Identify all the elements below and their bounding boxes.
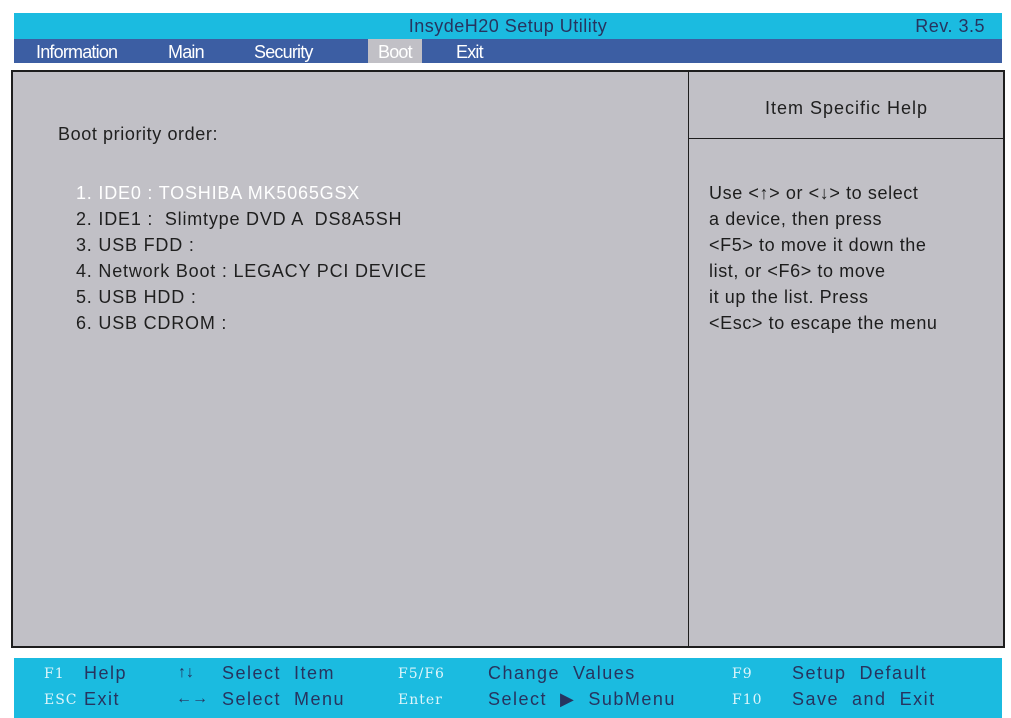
tab-main[interactable]: Main xyxy=(162,39,210,63)
boot-priority-heading: Boot priority order: xyxy=(58,124,219,144)
main-panel: Boot priority order: 1. IDE0 : TOSHIBA M… xyxy=(11,70,1005,648)
tab-exit[interactable]: Exit xyxy=(450,39,489,63)
key-f10: F10 xyxy=(732,692,763,708)
up-down-arrows-icon: ↑↓ xyxy=(178,664,194,681)
help-line: it up the list. Press xyxy=(709,287,869,307)
revision-label: Rev. 3.5 xyxy=(915,16,985,36)
key-enter: Enter xyxy=(398,692,443,708)
key-f9: F9 xyxy=(732,666,753,682)
boot-item[interactable]: 4. Network Boot : LEGACY PCI DEVICE xyxy=(76,258,427,284)
help-column: Item Specific Help Use <↑> or <↓> to sel… xyxy=(688,72,1004,646)
exit-desc: Exit xyxy=(84,689,121,709)
key-f1-desc: Help xyxy=(84,663,128,683)
help-text: Use <↑> or <↓> to select a device, then … xyxy=(709,180,999,336)
menu-bar: Information Main Security Boot Exit xyxy=(14,39,1002,63)
boot-item[interactable]: 2. IDE1 : Slimtype DVD A DS8A5SH xyxy=(76,206,427,232)
save-exit-desc: Save and Exit xyxy=(792,689,936,709)
boot-item[interactable]: 6. USB CDROM : xyxy=(76,310,427,336)
boot-item-selected[interactable]: 1. IDE0 : TOSHIBA MK5065GSX xyxy=(76,180,427,206)
help-line: <Esc> to escape the menu xyxy=(709,313,938,333)
select-menu-desc: Select Menu xyxy=(222,689,346,709)
app-title: InsydeH20 Setup Utility xyxy=(408,16,608,36)
setup-default-desc: Setup Default xyxy=(792,663,928,683)
title-bar: InsydeH20 Setup Utility Rev. 3.5 xyxy=(14,13,1002,39)
key-esc: ESC xyxy=(44,692,78,708)
select-submenu-desc: Select ▶ SubMenu xyxy=(488,689,676,709)
key-legend-bar: F1 Help ↑↓ Select Item F5/F6 Change Valu… xyxy=(14,658,1002,718)
tab-security[interactable]: Security xyxy=(248,39,319,63)
help-line: Use <↑> or <↓> to select xyxy=(709,183,919,203)
key-f1: F1 xyxy=(44,666,65,682)
help-title: Item Specific Help xyxy=(689,72,1004,139)
tab-boot[interactable]: Boot xyxy=(368,39,422,63)
select-item-desc: Select Item xyxy=(222,663,336,683)
help-line: <F5> to move it down the xyxy=(709,235,927,255)
boot-item[interactable]: 5. USB HDD : xyxy=(76,284,427,310)
key-f5-f6: F5/F6 xyxy=(398,666,445,682)
boot-item[interactable]: 3. USB FDD : xyxy=(76,232,427,258)
left-right-arrows-icon: ←→ xyxy=(176,690,208,707)
boot-priority-list: 1. IDE0 : TOSHIBA MK5065GSX 2. IDE1 : Sl… xyxy=(76,180,427,336)
help-line: a device, then press xyxy=(709,209,883,229)
change-values-desc: Change Values xyxy=(488,663,636,683)
help-line: list, or <F6> to move xyxy=(709,261,886,281)
tab-information[interactable]: Information xyxy=(30,39,123,63)
